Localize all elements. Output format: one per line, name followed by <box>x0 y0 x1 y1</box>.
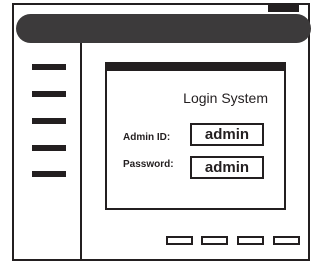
sidebar-item[interactable] <box>32 171 66 177</box>
sidebar-item[interactable] <box>32 64 66 70</box>
sidebar-divider <box>80 43 82 259</box>
window-control-tab[interactable] <box>268 3 299 12</box>
sidebar-item[interactable] <box>32 145 66 151</box>
footer-button[interactable] <box>273 236 300 245</box>
footer-button[interactable] <box>237 236 264 245</box>
admin-id-input[interactable]: admin <box>190 123 264 146</box>
password-label: Password: <box>123 159 174 170</box>
sidebar-item[interactable] <box>32 91 66 97</box>
login-panel-header-bar <box>107 64 284 71</box>
password-input[interactable]: admin <box>190 156 264 179</box>
login-title: Login System <box>183 90 268 106</box>
title-bar <box>16 14 311 43</box>
footer-button[interactable] <box>166 236 193 245</box>
login-panel: Login System Admin ID: admin Password: a… <box>105 62 286 210</box>
admin-id-label: Admin ID: <box>123 132 171 143</box>
footer-button[interactable] <box>201 236 228 245</box>
sidebar-item[interactable] <box>32 118 66 124</box>
